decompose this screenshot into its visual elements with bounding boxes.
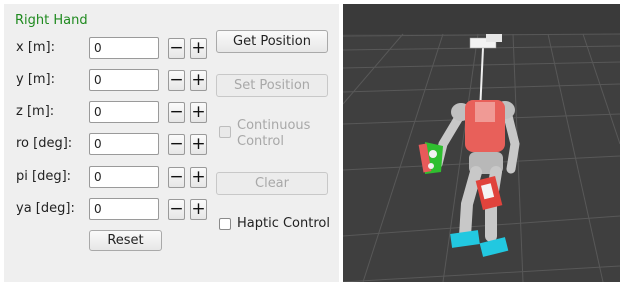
roll-label: ro [deg]: (16, 136, 73, 151)
x-field[interactable] (89, 37, 159, 59)
x-label: x [m]: (16, 40, 56, 55)
z-increment-button[interactable]: + (190, 102, 207, 123)
roll-increment-button[interactable]: + (190, 134, 207, 155)
haptic-control-label: Haptic Control (237, 216, 330, 231)
continuous-control-label: Continuous Control (237, 118, 311, 149)
set-position-button[interactable]: Set Position (216, 74, 328, 97)
y-label: y [m]: (16, 72, 56, 87)
y-field[interactable] (89, 69, 159, 91)
sky-area (343, 4, 620, 34)
continuous-control-checkbox[interactable] (219, 126, 231, 138)
z-field[interactable] (89, 101, 159, 123)
get-position-button[interactable]: Get Position (216, 30, 328, 53)
roll-decrement-button[interactable]: − (168, 134, 185, 155)
yaw-increment-button[interactable]: + (190, 199, 207, 220)
haptic-control-checkbox[interactable] (219, 218, 231, 230)
clear-button[interactable]: Clear (216, 172, 328, 195)
y-increment-button[interactable]: + (190, 70, 207, 91)
pitch-increment-button[interactable]: + (190, 167, 207, 188)
yaw-field[interactable] (89, 198, 159, 220)
y-decrement-button[interactable]: − (168, 70, 185, 91)
pitch-label: pi [deg]: (16, 169, 72, 184)
roll-field[interactable] (89, 133, 159, 155)
app-window: Right Hand x [m]: − + y [m]: − + z [m]: … (0, 0, 624, 286)
z-decrement-button[interactable]: − (168, 102, 185, 123)
reset-button[interactable]: Reset (89, 230, 162, 251)
pitch-field[interactable] (89, 166, 159, 188)
z-label: z [m]: (16, 104, 55, 119)
3d-viewport[interactable] (343, 4, 620, 282)
yaw-label: ya [deg]: (16, 201, 75, 216)
robot-scene (343, 4, 620, 282)
yaw-decrement-button[interactable]: − (168, 199, 185, 220)
x-decrement-button[interactable]: − (168, 38, 185, 59)
pitch-decrement-button[interactable]: − (168, 167, 185, 188)
control-panel: Right Hand x [m]: − + y [m]: − + z [m]: … (4, 4, 339, 282)
x-increment-button[interactable]: + (190, 38, 207, 59)
panel-title: Right Hand (15, 13, 88, 28)
